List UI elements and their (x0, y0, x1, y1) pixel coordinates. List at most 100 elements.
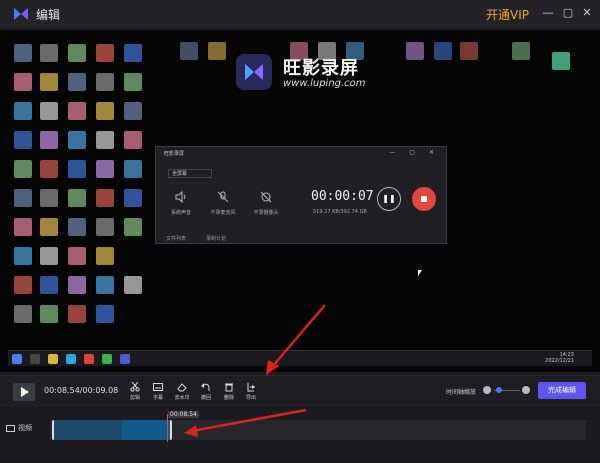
desktop-app-icon (96, 73, 114, 91)
desktop-app-icon (512, 42, 530, 60)
recorder-window-controls: — ▢ ✕ (389, 149, 440, 156)
subtitle-button[interactable]: 字幕 (148, 382, 168, 401)
selected-segment[interactable] (122, 420, 170, 440)
brand-name: 旺影录屏 (283, 58, 359, 79)
delete-button[interactable]: 删除 (219, 382, 239, 401)
close-button[interactable]: ✕ (580, 6, 594, 20)
camera-off-icon (260, 191, 272, 203)
desktop-app-icon (40, 102, 58, 120)
desktop-app-icon (124, 44, 142, 62)
playhead[interactable] (167, 414, 168, 442)
desktop-app-icon (124, 189, 142, 207)
taskbar-edge-icon (66, 354, 76, 364)
eraser-icon (177, 383, 187, 392)
zoom-slider-thumb[interactable] (496, 387, 503, 393)
speaker-icon (175, 191, 186, 203)
zoom-in-icon[interactable] (522, 386, 530, 394)
play-button[interactable] (13, 383, 35, 401)
brand-logo-icon (236, 54, 272, 90)
desktop-app-icon (68, 131, 86, 149)
tool-label: 去水印 (174, 395, 190, 401)
taskbar-clock: 14:23 2022/12/21 (545, 352, 574, 364)
app-logo-icon (14, 8, 28, 20)
desktop-app-icon (40, 189, 58, 207)
remove-watermark-button[interactable]: 去水印 (172, 382, 192, 401)
desktop-app-icon (124, 102, 142, 120)
tool-label: 导出 (245, 395, 256, 401)
video-icon (6, 424, 15, 432)
desktop-app-icon (68, 44, 86, 62)
mouse-cursor-icon (418, 270, 422, 276)
recorder-item-label: 不录摄像头 (253, 210, 279, 216)
restore-button[interactable]: ▢ (561, 6, 575, 20)
desktop-app-icon (40, 218, 58, 236)
tool-label: 撤回 (200, 395, 211, 401)
mic-off-icon (217, 191, 229, 203)
title-bar: 编辑 开通VIP — ▢ ✕ (0, 0, 600, 28)
taskbar-search-icon (30, 354, 40, 364)
desktop-app-icon (96, 131, 114, 149)
desktop-app-icon (96, 160, 114, 178)
trash-icon (225, 383, 233, 392)
desktop-app-icon (14, 247, 32, 265)
desktop-app-icon (14, 276, 32, 294)
video-track-label: 视频 (6, 423, 32, 433)
desktop-app-icon (14, 73, 32, 91)
desktop-app-icon (434, 42, 452, 60)
undo-icon (201, 383, 210, 391)
taskbar-wps-icon (84, 354, 94, 364)
desktop-app-icon (124, 160, 142, 178)
desktop-taskbar: 14:23 2022/12/21 (8, 350, 592, 366)
tool-label: 剪辑 (129, 395, 140, 401)
desktop-app-icon (180, 42, 198, 60)
desktop-app-icon (552, 52, 570, 70)
cut-button[interactable]: 剪辑 (125, 382, 145, 401)
recorder-mode-select: 全屏幕 (168, 169, 212, 178)
desktop-app-icon (68, 102, 86, 120)
minimize-button[interactable]: — (541, 6, 555, 20)
desktop-app-icon (68, 305, 86, 323)
desktop-app-icon (96, 247, 114, 265)
desktop-app-icon (14, 218, 32, 236)
finish-edit-button[interactable]: 完成编辑 (538, 382, 586, 399)
desktop-app-icon (40, 44, 58, 62)
export-icon (247, 383, 255, 392)
video-preview[interactable]: 旺影录屏 www.luping.com 旺影录屏 — ▢ ✕ 全屏幕 系统声音 … (0, 30, 600, 372)
recorder-mic: 不录麦克风 (208, 191, 238, 216)
desktop-app-icon (40, 305, 58, 323)
recorder-system-audio: 系统声音 (166, 191, 196, 216)
recorder-file-size: 519.27 KB/392.74 GB (313, 209, 367, 215)
editor-window: 编辑 开通VIP — ▢ ✕ 旺影录屏 www.luping.com 旺影录屏 … (0, 0, 600, 463)
recorder-schedule: 录制计划 (206, 236, 227, 242)
desktop-app-icon (208, 42, 226, 60)
recorder-item-label: 不录麦克风 (210, 210, 236, 216)
edit-toolbar: 00:08.54/00:09.08 剪辑 字幕 去水印 撤回 删除 导出 时间轴… (0, 375, 600, 407)
recorder-timer: 00:00:07 (311, 189, 374, 204)
export-button[interactable]: 导出 (241, 382, 261, 401)
timecode: 00:08.54/00:09.08 (44, 386, 119, 395)
desktop-app-icon (40, 160, 58, 178)
desktop-app-icon (124, 218, 142, 236)
desktop-app-icon (68, 247, 86, 265)
desktop-app-icon (68, 160, 86, 178)
vip-link[interactable]: 开通VIP (486, 6, 529, 23)
tool-label: 删除 (223, 395, 234, 401)
brand-url: www.luping.com (283, 78, 366, 89)
playhead-time: 00:08.54 (168, 411, 199, 418)
desktop-app-icon (14, 102, 32, 120)
timeline-zoom-label: 时间轴缩放 (446, 389, 477, 396)
recorder-item-label: 系统声音 (170, 210, 191, 216)
taskbar-recorder-icon (120, 354, 130, 364)
undo-button[interactable]: 撤回 (196, 382, 216, 401)
zoom-out-icon[interactable] (483, 386, 491, 394)
desktop-app-icon (68, 276, 86, 294)
desktop-app-icon (96, 44, 114, 62)
desktop-app-icon (14, 189, 32, 207)
recorder-pause-icon: ❚❚ (377, 187, 401, 211)
taskbar-folder-icon (48, 354, 58, 364)
desktop-app-icon (40, 131, 58, 149)
desktop-app-icon (96, 102, 114, 120)
desktop-app-icon (96, 276, 114, 294)
desktop-app-icon (124, 73, 142, 91)
desktop-app-icon (124, 131, 142, 149)
